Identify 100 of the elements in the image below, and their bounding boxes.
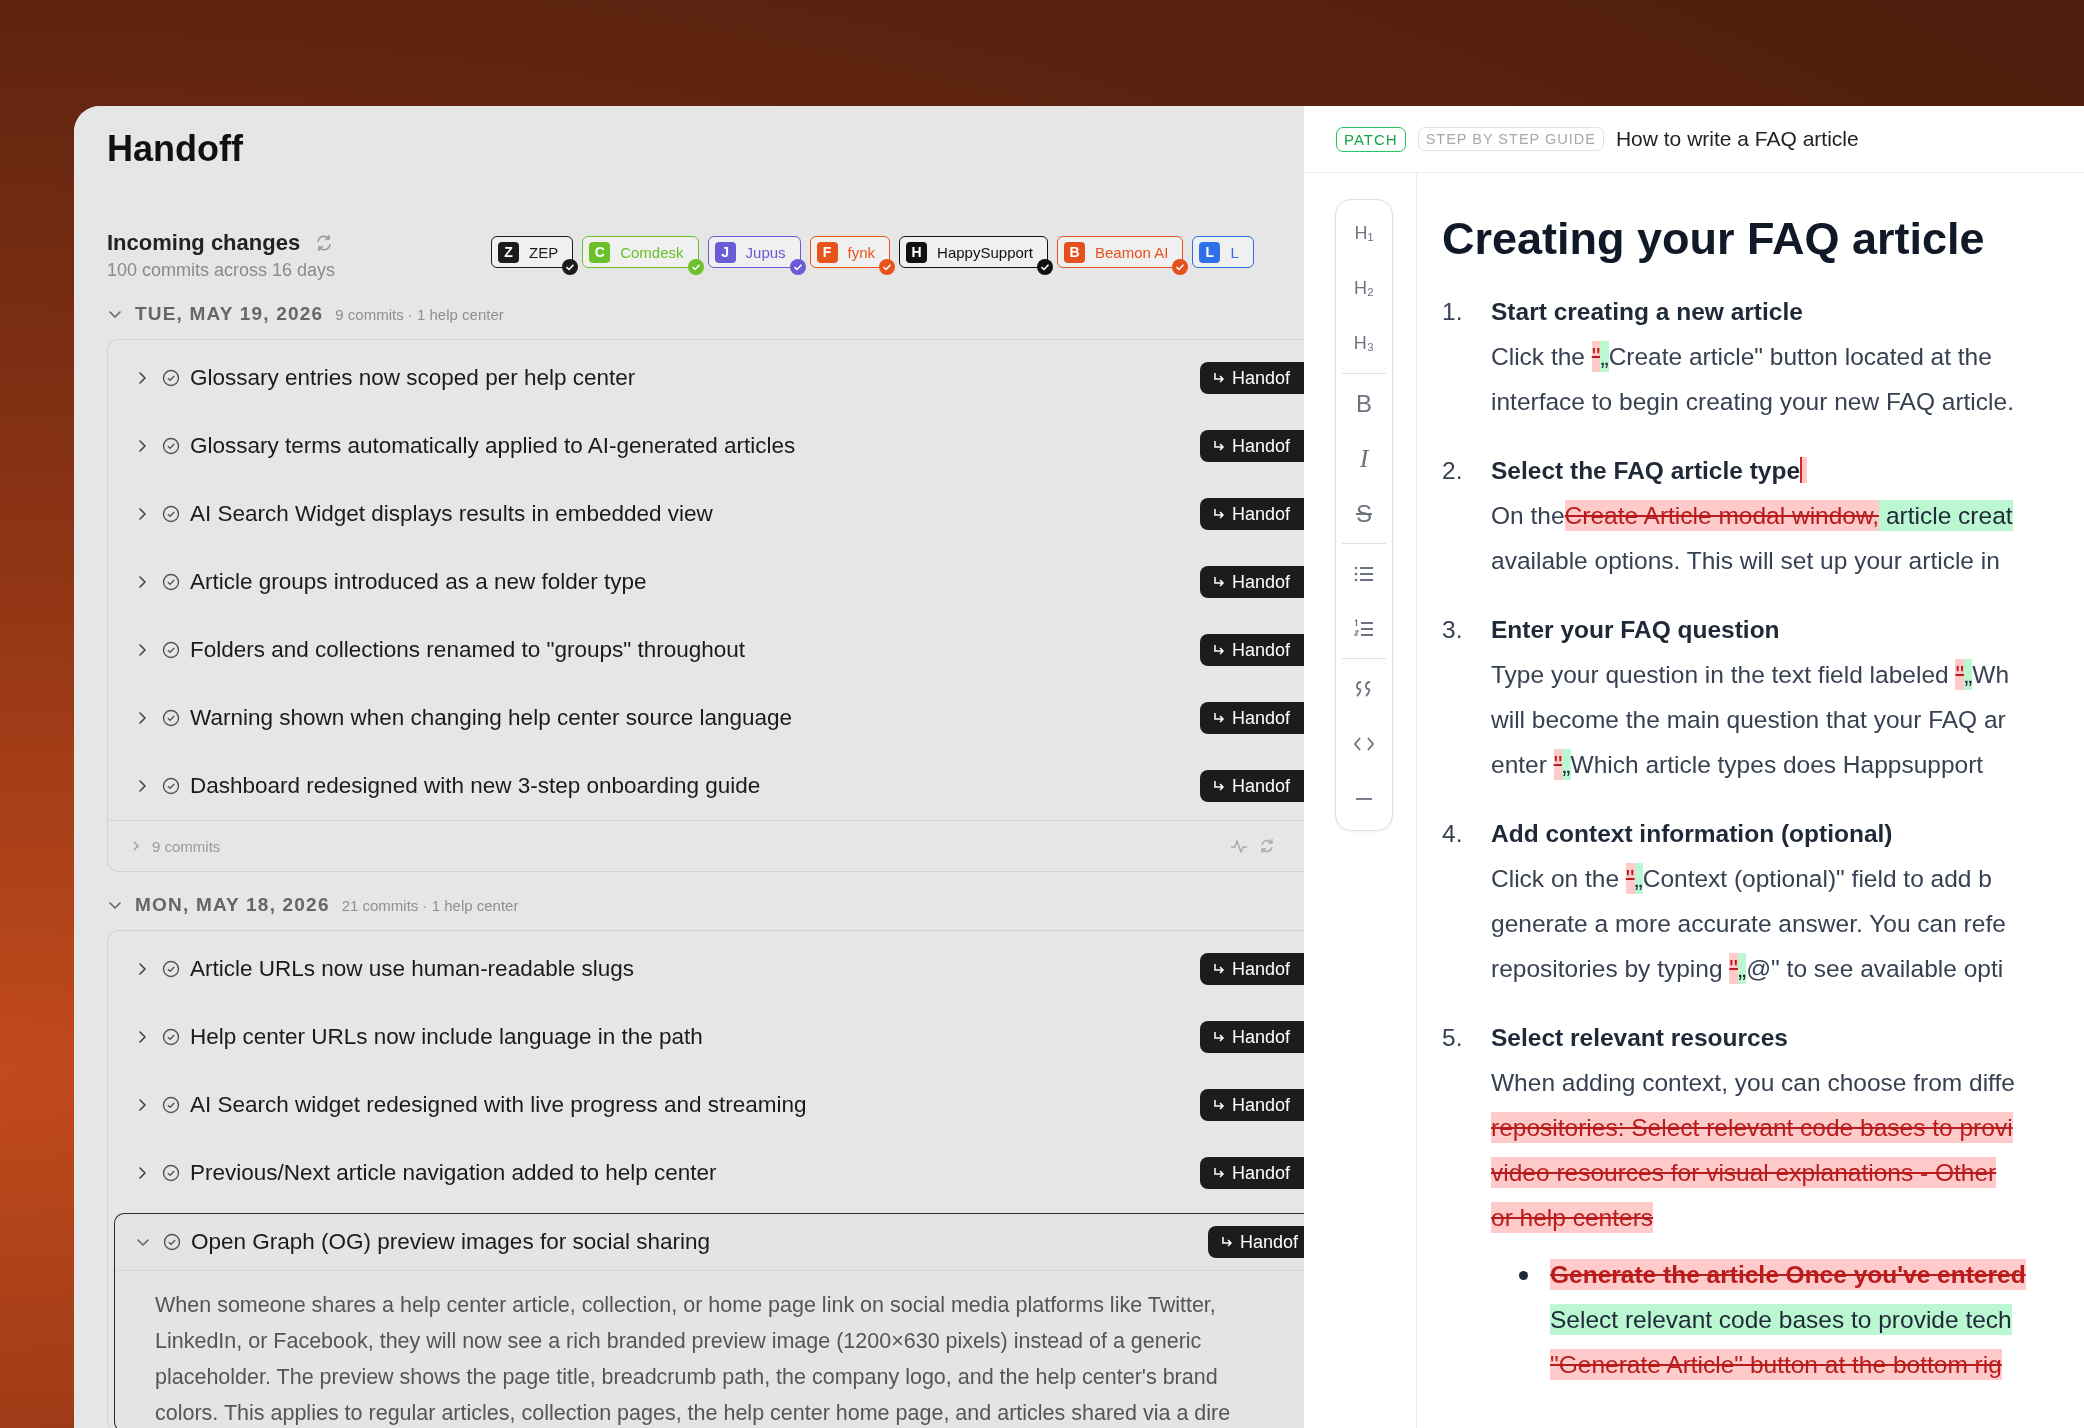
return-arrow-icon <box>1212 439 1226 453</box>
source-chip[interactable]: Z ZEP <box>491 236 574 268</box>
source-logo-icon: H <box>906 241 928 263</box>
source-name: L <box>1230 243 1239 261</box>
inserted-text: article creat <box>1879 500 2013 531</box>
handoff-button[interactable]: Handof <box>1200 1021 1304 1053</box>
day-heading: TUE, MAY 19, 2026 <box>135 303 324 325</box>
check-circle-icon <box>162 709 180 727</box>
day-meta: 21 commits · 1 help center <box>341 896 519 914</box>
app-title: Handoff <box>107 128 244 170</box>
step-text: Context (optional)" field to add b <box>1642 865 1992 892</box>
italic-button[interactable]: I <box>1344 431 1384 486</box>
source-logo-icon: Z <box>498 241 519 263</box>
step-text: @" to see available opti <box>1746 955 2004 982</box>
commit-title[interactable]: Article URLs now use human-readable slugs <box>190 956 1190 982</box>
inserted-text: „ <box>1738 953 1747 984</box>
source-chip[interactable]: L L <box>1192 236 1254 268</box>
commit-title[interactable]: Article groups introduced as a new folder type <box>190 569 1190 595</box>
source-chip[interactable]: J Jupus <box>707 236 801 268</box>
handoff-button[interactable]: Handof <box>1200 498 1304 530</box>
article-heading: Creating your FAQ article <box>1442 213 1986 265</box>
step-number: 5. <box>1442 1023 1464 1053</box>
commit-title[interactable]: Dashboard redesigned with new 3-step onboarding guide <box>190 773 1190 799</box>
check-circle-icon <box>162 369 180 387</box>
deleted-text: " <box>1625 863 1635 894</box>
source-chip[interactable]: B Beamon AI <box>1057 236 1184 268</box>
heading-button[interactable]: H₁ <box>1344 206 1384 261</box>
handoff-button[interactable]: Handof <box>1200 770 1304 802</box>
step-title: Enter your FAQ question <box>1491 616 1780 643</box>
step-title: Add context information (optional) <box>1491 820 1893 847</box>
commit-title[interactable]: Warning shown when changing help center source language <box>190 705 1190 731</box>
handoff-button[interactable]: Handof <box>1200 634 1304 666</box>
commit-title[interactable]: Glossary entries now scoped per help center <box>190 365 1190 391</box>
step-text: available options. This will set up your article in <box>1491 547 2000 574</box>
commit-title[interactable]: AI Search Widget displays results in embedded view <box>190 501 1190 527</box>
commit-description: When someone shares a help center article, collection, or home page link on social media platforms like Twitter, LinkedIn, or Facebook, they will now see a rich branded preview image (1200×630 pixels) instead of a generic placeholder. The preview shows the page title, breadcrumb path, the company logo, and the help center's brand colors. This applies to regular articles, collection pages, the help center home page, and articles shared via a dire <box>154 1292 1232 1427</box>
return-arrow-icon <box>1212 711 1226 725</box>
type-badge: STEP BY STEP GUIDE <box>1417 127 1604 151</box>
step-text: enter <box>1491 751 1548 778</box>
handoff-button[interactable]: Handof <box>1200 702 1304 734</box>
heading-button[interactable]: H₃ <box>1344 316 1384 371</box>
deleted-text: " <box>1553 749 1563 780</box>
step-text: generate a more accurate answer. You can refe <box>1491 910 2006 937</box>
return-arrow-icon <box>1212 371 1226 385</box>
section-title: Incoming changes <box>107 230 301 256</box>
commit-title[interactable]: AI Search widget redesigned with live progress and streaming <box>190 1092 1190 1118</box>
return-arrow-icon <box>1212 575 1226 589</box>
check-circle-icon <box>162 641 180 659</box>
check-circle-icon <box>163 1233 181 1251</box>
commit-title[interactable]: Glossary terms automatically applied to AI-generated articles <box>190 433 1190 459</box>
handoff-button[interactable]: Handof <box>1200 1089 1304 1121</box>
step-title: Start creating a new article <box>1491 298 1803 325</box>
commit-title[interactable]: Open Graph (OG) preview images for social sharing <box>191 1229 1198 1255</box>
return-arrow-icon <box>1212 643 1226 657</box>
handoff-button[interactable]: Handof <box>1200 1157 1304 1189</box>
commit-title[interactable]: Folders and collections renamed to "groups" throughout <box>190 637 1190 663</box>
step-text: Click on the <box>1491 865 1620 892</box>
commit-title[interactable]: Help center URLs now include language in the path <box>190 1024 1190 1050</box>
handoff-button[interactable]: Handof <box>1200 953 1304 985</box>
return-arrow-icon <box>1212 507 1226 521</box>
source-name: Beamon AI <box>1095 243 1169 261</box>
inserted-text: „ <box>1562 749 1571 780</box>
source-chip[interactable]: H HappySupport <box>899 236 1048 268</box>
bullet-icon <box>1519 1271 1528 1280</box>
check-circle-icon <box>162 1164 180 1182</box>
step-text: Type your question in the text field labeled <box>1491 661 1950 688</box>
inserted-text: Select relevant code bases to provide tech <box>1550 1304 2012 1335</box>
inserted-text: „ <box>1964 659 1973 690</box>
deleted-text: Generate the article Once you've entered <box>1550 1259 2026 1290</box>
source-name: Comdesk <box>620 243 684 261</box>
step-text: When adding context, you can choose from diffe <box>1491 1069 2015 1096</box>
deleted-text: or help centers <box>1491 1202 1654 1233</box>
handoff-button[interactable]: Handof <box>1200 362 1304 394</box>
step-number: 2. <box>1442 456 1464 486</box>
step-text: Create article" button located at the <box>1608 343 1992 370</box>
return-arrow-icon <box>1212 1098 1226 1112</box>
heading-button[interactable]: H₂ <box>1344 261 1384 316</box>
check-circle-icon <box>162 1096 180 1114</box>
check-circle-icon <box>162 1028 180 1046</box>
source-logo-icon: F <box>816 241 838 263</box>
source-logo-icon: L <box>1199 241 1221 263</box>
return-arrow-icon <box>1220 1235 1234 1249</box>
source-name: Jupus <box>745 243 786 261</box>
return-arrow-icon <box>1212 1166 1226 1180</box>
source-logo-icon: C <box>589 241 611 263</box>
deleted-text: "Generate Article" button at the bottom rig <box>1550 1349 2002 1380</box>
handoff-button[interactable]: Handof <box>1200 566 1304 598</box>
bold-button[interactable]: B <box>1344 376 1384 431</box>
handoff-button[interactable]: Handof <box>1200 430 1304 462</box>
source-chip[interactable]: F fynk <box>809 236 891 268</box>
strikethrough-button[interactable]: S <box>1344 486 1384 541</box>
document-title: How to write a FAQ article <box>1615 127 1859 151</box>
handoff-button[interactable]: Handof <box>1208 1226 1304 1258</box>
return-arrow-icon <box>1212 1030 1226 1044</box>
section-subtitle: 100 commits across 16 days <box>107 260 337 281</box>
commit-title[interactable]: Previous/Next article navigation added to help center <box>190 1160 1190 1186</box>
return-arrow-icon <box>1212 962 1226 976</box>
check-circle-icon <box>162 505 180 523</box>
step-number: 4. <box>1442 819 1464 849</box>
deleted-text: " <box>1591 341 1601 372</box>
